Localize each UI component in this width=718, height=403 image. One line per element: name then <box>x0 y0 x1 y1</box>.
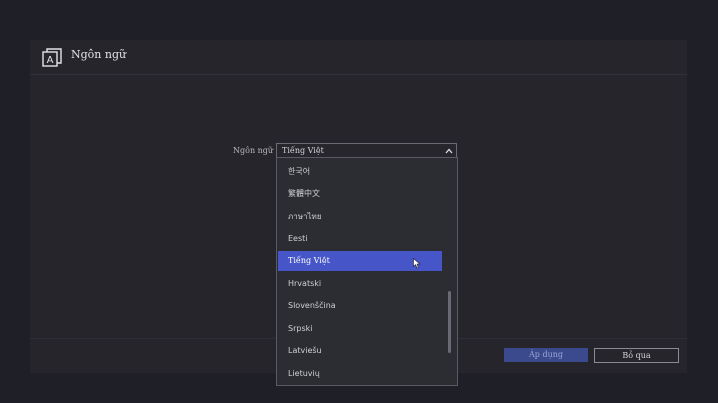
mouse-cursor-icon <box>413 258 421 269</box>
language-option[interactable]: Hrvatski <box>278 274 442 294</box>
language-dropdown-list[interactable]: 한국어 繁體中文 ภาษาไทย Eesti Tiếng Việt Hrvats… <box>276 157 458 386</box>
dialog-header: A Ngôn ngữ <box>30 40 687 75</box>
language-option[interactable]: 한국어 <box>278 162 442 182</box>
language-option[interactable]: Slovenščina <box>278 296 442 316</box>
chevron-up-icon <box>445 148 453 154</box>
apply-button[interactable]: Áp dụng <box>504 348 588 362</box>
dropdown-scrollbar[interactable] <box>448 291 451 353</box>
skip-button[interactable]: Bỏ qua <box>594 348 679 363</box>
svg-text:A: A <box>47 55 54 66</box>
language-option[interactable]: Eesti <box>278 229 442 249</box>
language-icon: A <box>42 48 62 67</box>
language-option[interactable]: Lietuvių <box>278 364 442 384</box>
language-option[interactable]: Srpski <box>278 319 442 339</box>
language-option[interactable]: 繁體中文 <box>278 184 442 204</box>
language-option[interactable]: ภาษาไทย <box>278 207 442 227</box>
dialog-title: Ngôn ngữ <box>71 48 127 61</box>
language-label: Ngôn ngữ <box>233 146 274 155</box>
language-select-value: Tiếng Việt <box>282 146 324 155</box>
language-option[interactable]: Latviešu <box>278 341 442 361</box>
